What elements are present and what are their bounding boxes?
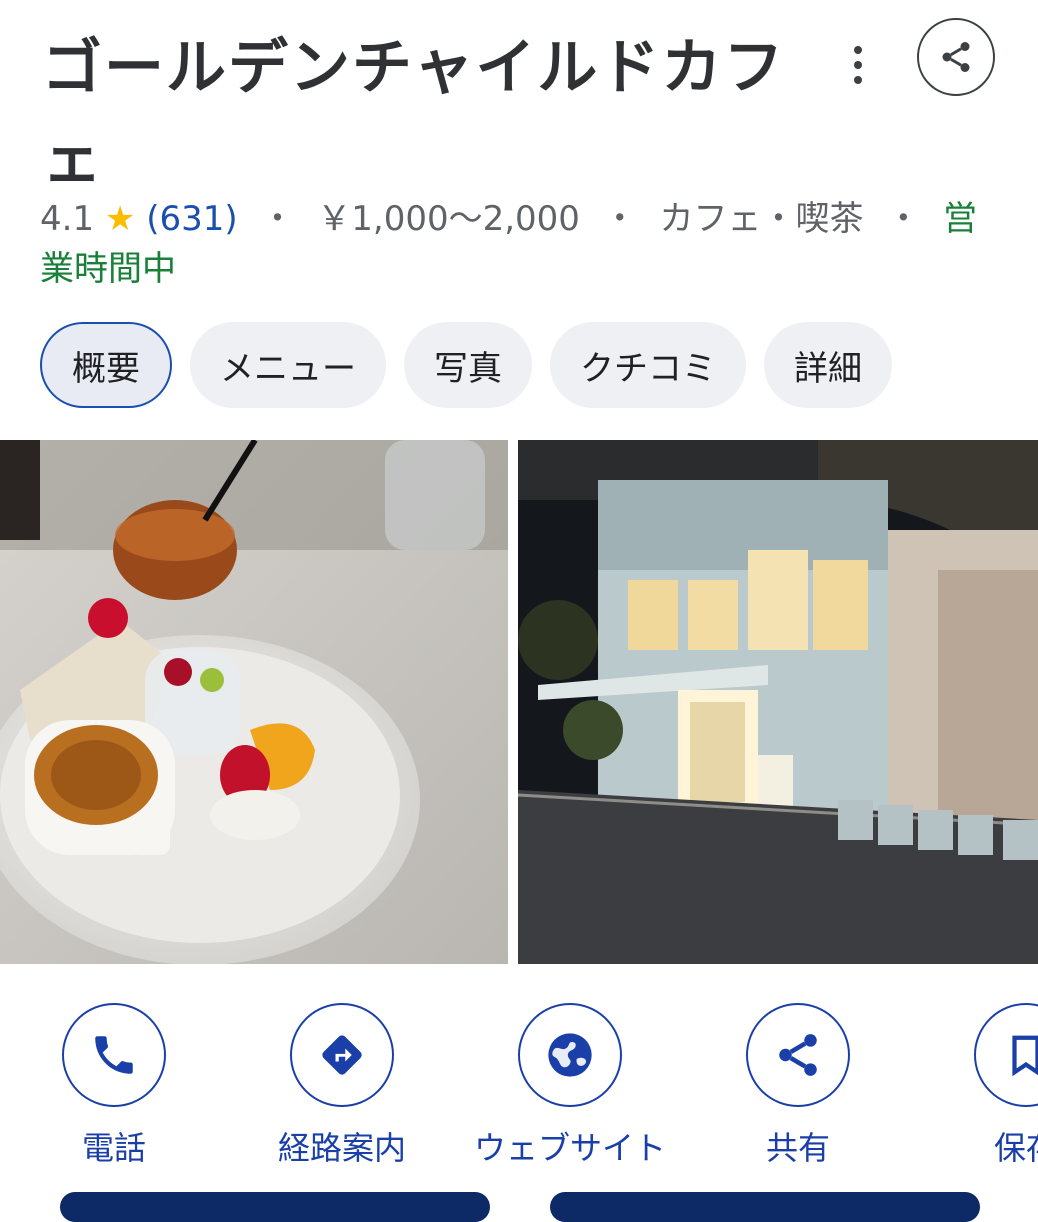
share-icon (942, 42, 970, 72)
website-label: ウェブサイト (473, 1129, 666, 1167)
call-label: 電話 (81, 1129, 146, 1167)
place-meta: 4.1 ★ (631) ・ ￥1,000〜2,000 ・ カフェ・喫茶 ・ 営業… (40, 194, 1010, 294)
tab-reviews[interactable]: クチコミ (550, 322, 746, 408)
directions-icon (322, 1035, 362, 1075)
tab-overview[interactable]: 概要 (40, 322, 172, 408)
price-range: ￥1,000〜2,000 (317, 199, 580, 239)
separator: ・ (886, 199, 921, 239)
globe-icon (548, 1033, 592, 1077)
phone-icon (95, 1036, 133, 1074)
tab-menu[interactable]: メニュー (190, 322, 386, 408)
photo-dessert[interactable] (0, 440, 508, 964)
save-label: 保存 (993, 1129, 1038, 1167)
directions-button[interactable] (290, 1003, 394, 1107)
star-icon: ★ (104, 199, 136, 239)
save-button[interactable] (974, 1003, 1038, 1107)
photo-storefront[interactable] (518, 440, 1038, 964)
review-count-link[interactable]: (631) (146, 199, 237, 239)
place-title: ゴールデンチャイルドカフェ (42, 33, 786, 195)
share-action-button[interactable] (746, 1003, 850, 1107)
category: カフェ・喫茶 (659, 199, 864, 239)
call-button[interactable] (62, 1003, 166, 1107)
separator: ・ (260, 199, 295, 239)
tab-details[interactable]: 詳細 (764, 322, 892, 408)
directions-label: 経路案内 (277, 1129, 406, 1167)
share-label: 共有 (765, 1129, 830, 1167)
website-button[interactable] (518, 1003, 622, 1107)
bottom-button-partial[interactable] (550, 1192, 980, 1222)
more-options-icon[interactable] (838, 40, 878, 90)
action-row: 電話 経路案内 ウェブサイト 共有 保 (0, 1003, 1038, 1173)
directions-action[interactable]: 経路案内 (242, 1003, 442, 1169)
tab-photos[interactable]: 写真 (404, 322, 532, 408)
separator: ・ (602, 199, 637, 239)
share-button[interactable] (917, 18, 995, 96)
bottom-button-partial[interactable] (60, 1192, 490, 1222)
bookmark-icon (1012, 1035, 1038, 1077)
website-action[interactable]: ウェブサイト (470, 1003, 670, 1169)
call-action[interactable]: 電話 (14, 1003, 214, 1169)
share-action[interactable]: 共有 (698, 1003, 898, 1169)
rating-value: 4.1 (40, 199, 95, 239)
tab-bar: 概要 メニュー 写真 クチコミ 詳細 (40, 322, 892, 412)
save-action[interactable]: 保存 (926, 1003, 1038, 1169)
share-icon (779, 1034, 817, 1076)
